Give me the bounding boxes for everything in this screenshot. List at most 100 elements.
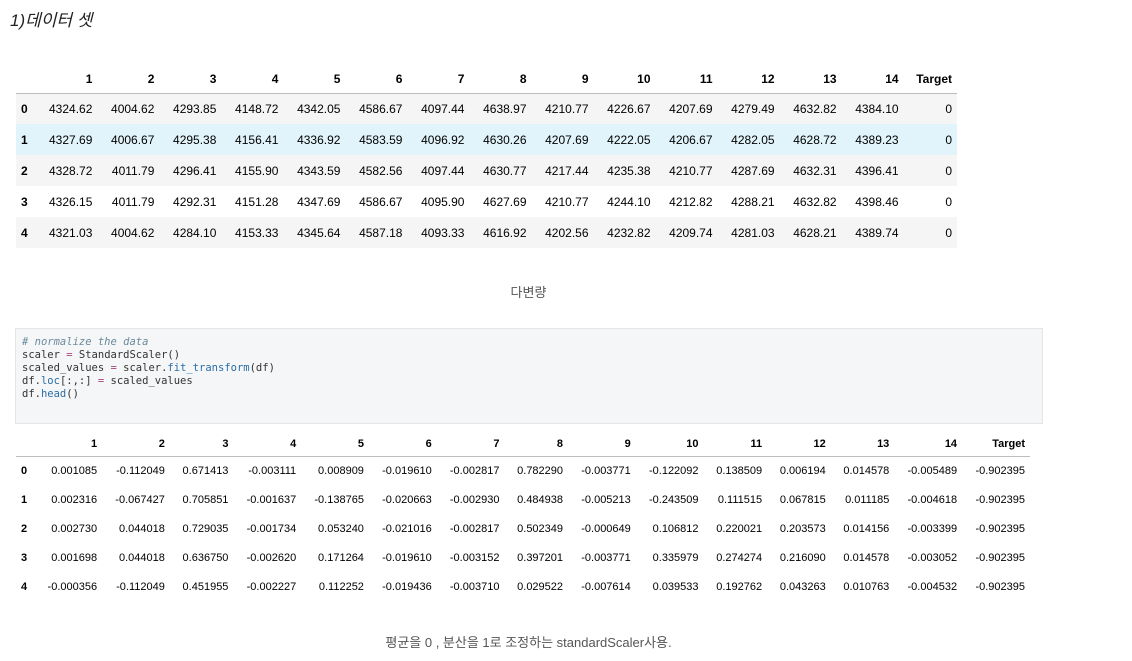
table-cell: 4004.62 [111,225,155,240]
table-cell: 4232.82 [607,225,651,240]
table-cell: 4295.38 [173,132,217,147]
table-cell: 0.138509 [716,464,763,477]
table-cell: 0.782290 [517,464,564,477]
column-header: 11 [655,65,718,94]
table-cell: -0.002817 [449,464,500,477]
table-cell: -0.004532 [907,580,958,593]
column-header: 2 [102,433,170,457]
table-row: 1 4327.69 4006.67 4295.38 4156.41 4336.92 4583… [16,124,957,155]
table-cell: 4328.72 [49,163,93,178]
table-cell: 0.043263 [779,580,826,593]
table-cell: 0.335979 [652,551,699,564]
table-cell: 4296.41 [173,163,217,178]
row-index: 4 [21,580,28,593]
table-cell: 4384.10 [855,101,899,116]
table-cell: 4342.05 [297,101,341,116]
table-cell: -0.005489 [907,464,958,477]
code-token: scaler. [123,362,168,374]
code-line-transform: scaled_values = scaler.fit_transform(df) [22,362,1036,375]
table-cell: 4217.44 [545,163,589,178]
column-header: 1 [35,65,98,94]
table-cell: 4288.21 [731,194,775,209]
table-cell: -0.019610 [382,464,432,477]
table-cell: 4293.85 [173,101,217,116]
table-cell: 0.216090 [779,551,826,564]
table-cell: -0.000356 [47,580,98,593]
table-row: 0 4324.62 4004.62 4293.85 4148.72 4342.05 4586… [16,93,957,124]
table-cell: -0.902395 [975,551,1025,564]
column-header: 13 [779,65,842,94]
table-row: 3 0.001698 0.044018 0.636750 -0.002620 0.1712… [16,543,1030,572]
table-cell: -0.902395 [975,493,1025,506]
table-cell: 0.636750 [182,551,229,564]
table-cell: 0.014578 [843,464,890,477]
table-cell: -0.003111 [248,464,297,477]
table-cell: 4212.82 [669,194,713,209]
row-index: 2 [21,522,28,535]
column-header: Target [962,433,1030,457]
table-row: 2 4328.72 4011.79 4296.41 4155.90 4343.59 4582… [16,155,957,186]
column-header: 9 [531,65,594,94]
table-cell: -0.002817 [449,522,500,535]
table-cell: 4011.79 [111,163,155,178]
table-cell: 4096.92 [421,132,465,147]
table-cell: 4345.64 [297,225,341,240]
table-cell: 4389.74 [855,225,899,240]
table-cell: -0.138765 [314,493,364,506]
table-cell: 0 [945,132,952,147]
table-cell: 0.220021 [716,522,763,535]
table-cell: 4326.15 [49,194,93,209]
table-cell: 0.010763 [843,580,890,593]
table-caption: 평균을 0 , 분산을 1로 조정하는 standardScaler사용. [385,635,672,650]
table-row: 4 4321.03 4004.62 4284.10 4153.33 4345.64 4587… [16,217,957,248]
table-cell: 4632.82 [793,194,837,209]
table-cell: 4632.82 [793,101,837,116]
table-cell: -0.003152 [449,551,500,564]
column-header: 3 [169,433,234,457]
table-row: 0 0.001085 -0.112049 0.671413 -0.003111 0.008… [16,456,1030,485]
table-cell: 4630.77 [483,163,527,178]
table-cell: -0.002930 [449,493,500,506]
table-cell: 4235.38 [607,163,651,178]
table-cell: 4628.21 [793,225,837,240]
code-token: StandardScaler() [78,349,181,361]
table-cell: 4097.44 [421,101,465,116]
row-index: 0 [21,101,28,116]
table-cell: -0.003399 [907,522,958,535]
row-index: 0 [21,464,28,477]
table-cell: 4586.67 [359,194,403,209]
table-cell: 0.044018 [118,551,165,564]
code-operator: = [91,375,111,387]
table-caption: 다변량 [510,285,547,300]
table-cell: 4093.33 [421,225,465,240]
table-cell: 4292.31 [173,194,217,209]
column-header: 14 [894,433,963,457]
table-cell: -0.002227 [246,580,297,593]
table-cell: 4587.18 [359,225,403,240]
table-row: 4 -0.000356 -0.112049 0.451955 -0.002227 0.11… [16,572,1030,601]
table-cell: -0.005213 [581,493,631,506]
table-cell: 4222.05 [607,132,651,147]
table-cell: 4210.77 [545,194,589,209]
table-cell: 4004.62 [111,101,155,116]
column-header: 5 [283,65,346,94]
table-cell: 0.705851 [182,493,229,506]
row-index: 1 [21,132,28,147]
table-cell: 0 [945,194,952,209]
table-cell: 4153.33 [235,225,279,240]
table-cell: 0.014156 [843,522,890,535]
column-header: 5 [301,433,369,457]
table-cell: -0.021016 [382,522,432,535]
table-cell: -0.002620 [246,551,297,564]
table-cell: 0.671413 [182,464,229,477]
column-header: Target [903,65,957,94]
row-index: 2 [21,163,28,178]
table-cell: 4279.49 [731,101,775,116]
code-comment: # normalize the data [22,336,149,348]
table-cell: -0.243509 [648,493,699,506]
table-cell: 4207.69 [669,101,713,116]
code-line-assign: df.loc[:,:] = scaled_values [22,375,1036,388]
table-cell: 0.008909 [318,464,364,477]
column-header: 4 [221,65,284,94]
row-index: 1 [21,493,28,506]
